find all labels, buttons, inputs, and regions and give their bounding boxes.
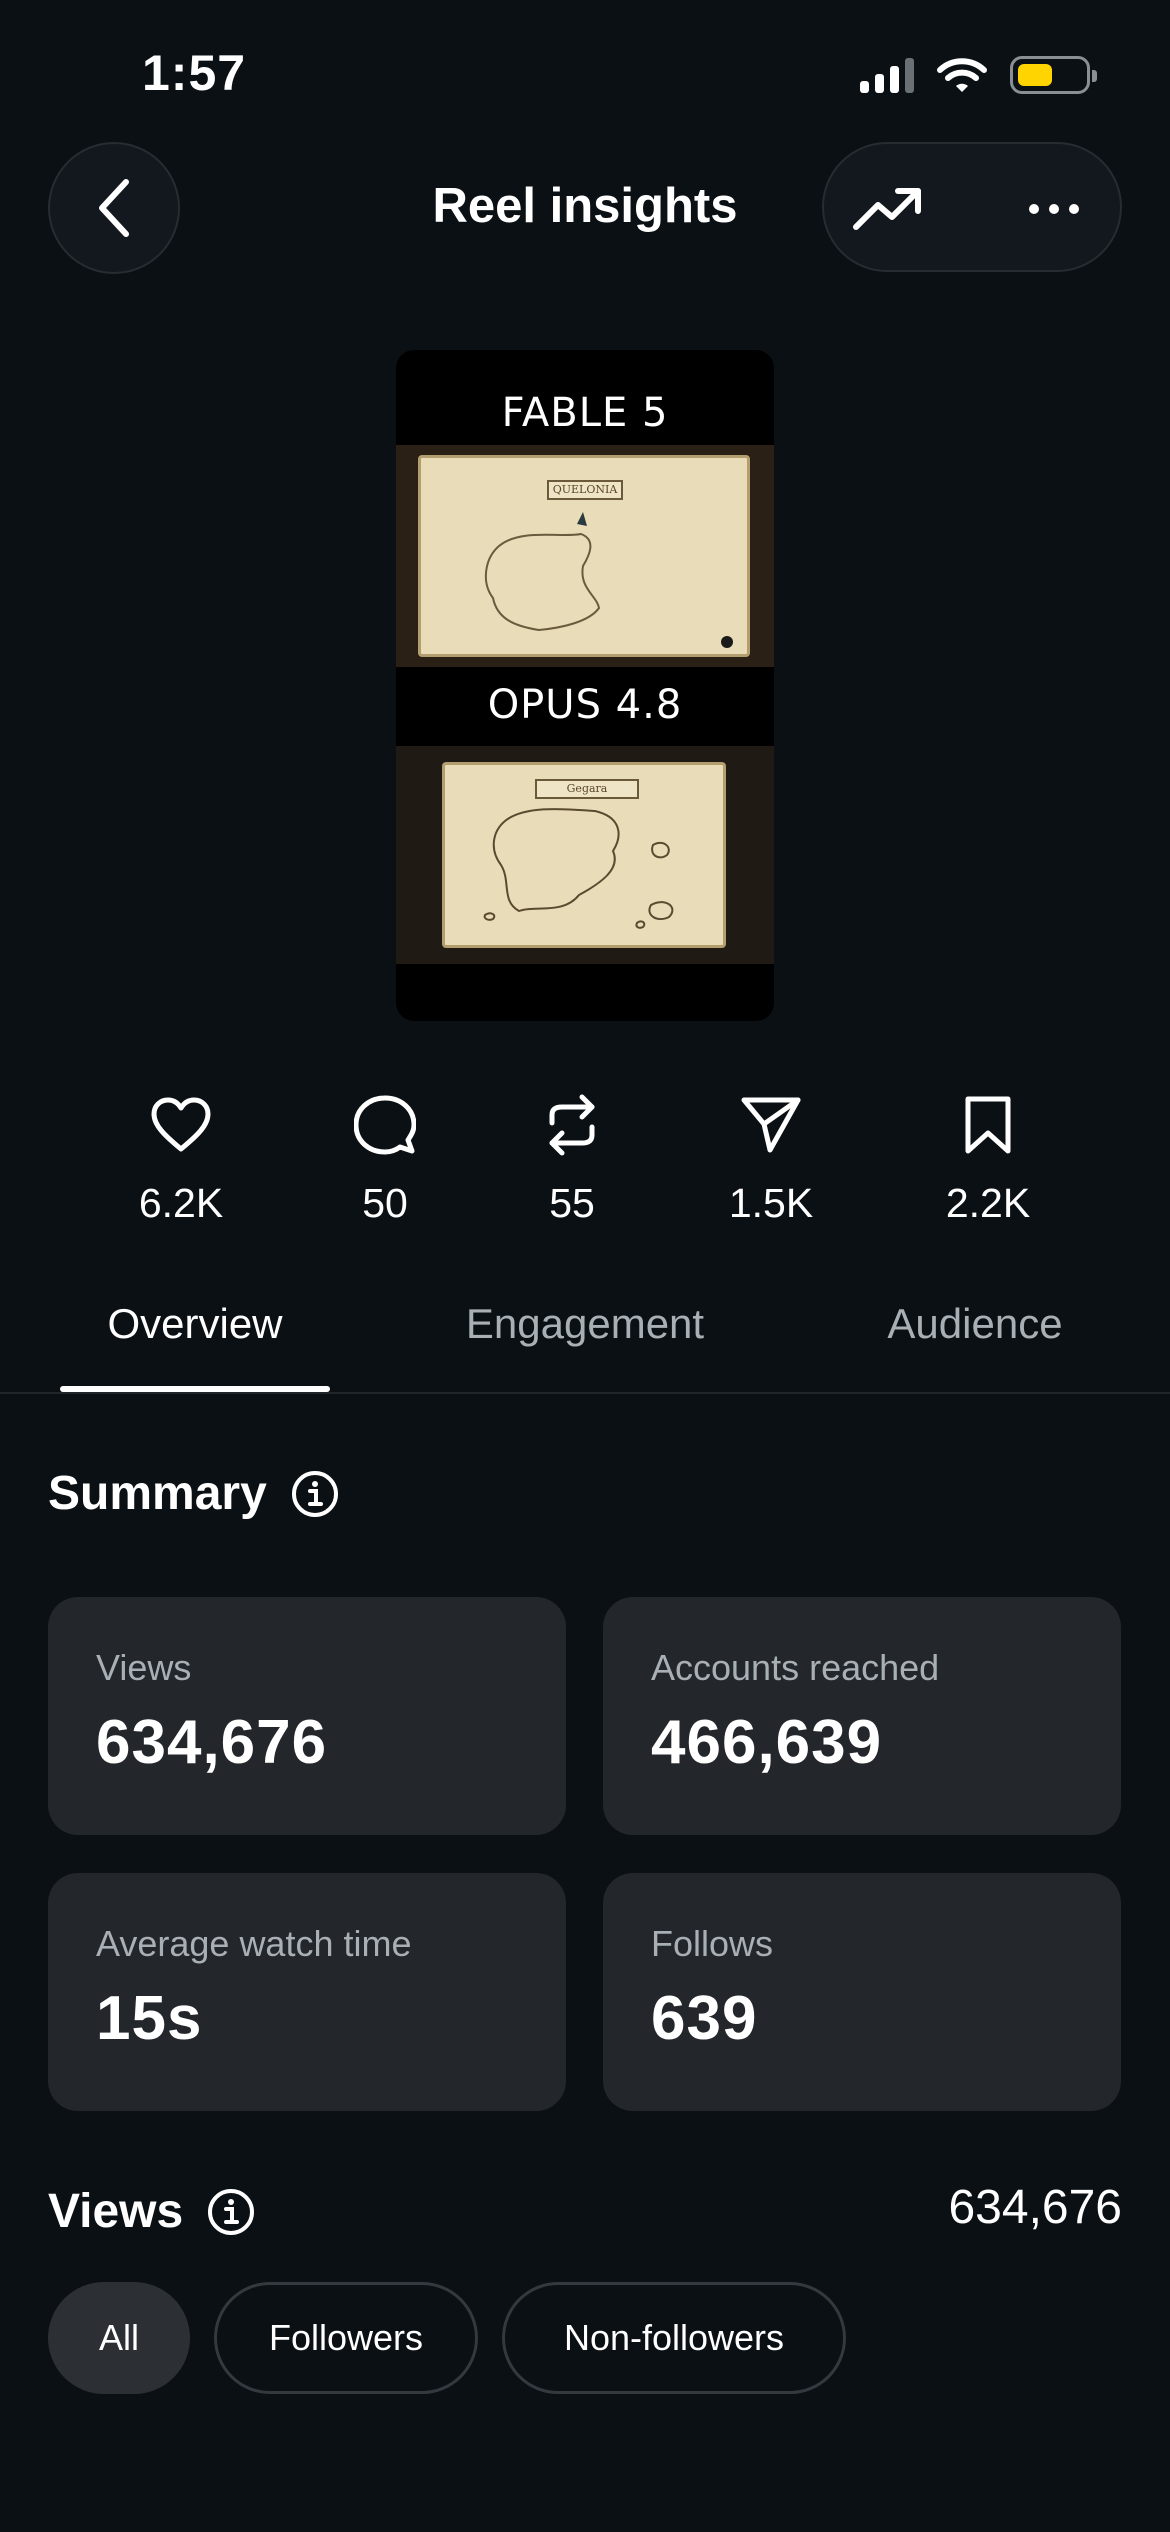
views-header: Views (48, 2184, 255, 2239)
likes-stat: 6.2K (101, 1090, 261, 1227)
shares-count: 1.5K (728, 1180, 814, 1226)
saves-stat: 2.2K (908, 1090, 1068, 1227)
reel-thumbnail[interactable]: FABLE 5 QUELONIA OPUS 4.8 Gegara (396, 350, 774, 1021)
thumbnail-top-panel: QUELONIA (396, 445, 774, 667)
filter-non-followers-chip[interactable]: Non-followers (502, 2282, 846, 2394)
repost-icon (549, 1094, 595, 1156)
comments-stat: 50 (305, 1090, 465, 1227)
card-label: Average watch time (96, 1923, 412, 1964)
comments-count: 50 (362, 1180, 408, 1226)
wifi-icon (937, 58, 987, 92)
active-tab-indicator (60, 1386, 330, 1392)
filter-followers-chip[interactable]: Followers (214, 2282, 478, 2394)
card-label: Accounts reached (651, 1647, 940, 1688)
card-value: 634,676 (96, 1708, 328, 1777)
accounts-reached-card[interactable]: Accounts reached 466,639 (603, 1597, 1121, 1835)
views-total: 634,676 (948, 2181, 1122, 2234)
status-time: 1:57 (142, 45, 247, 101)
summary-title: Summary (48, 1467, 267, 1520)
island-map-bottom (483, 808, 674, 929)
card-label: Follows (651, 1923, 774, 1964)
thumbnail-bottom-panel: Gegara (396, 746, 774, 964)
filter-all-chip[interactable]: All (48, 2282, 190, 2394)
battery-icon (1010, 56, 1097, 94)
summary-info-icon[interactable] (291, 1470, 339, 1518)
tab-overview[interactable]: Overview (60, 1300, 330, 1348)
heart-icon (151, 1097, 211, 1152)
tab-engagement[interactable]: Engagement (440, 1300, 730, 1348)
status-bar: 1:57 (0, 0, 1170, 150)
likes-count: 6.2K (138, 1180, 224, 1226)
trends-button[interactable] (848, 169, 928, 249)
more-horizontal-icon (1029, 204, 1079, 214)
average-watch-time-card[interactable]: Average watch time 15s (48, 1873, 566, 2111)
share-icon (741, 1097, 801, 1153)
trending-up-icon (853, 188, 921, 230)
tab-audience[interactable]: Audience (860, 1300, 1090, 1348)
reposts-stat: 55 (492, 1090, 652, 1227)
thumbnail-bottom-label: OPUS 4.8 (487, 682, 683, 728)
island-map-top (484, 512, 733, 648)
cellular-signal-icon (860, 57, 914, 93)
views-card[interactable]: Views 634,676 (48, 1597, 566, 1835)
views-info-icon[interactable] (207, 2188, 255, 2236)
shares-stat: 1.5K (691, 1090, 851, 1227)
more-options-button[interactable] (1014, 169, 1094, 249)
bookmark-icon (965, 1096, 1011, 1154)
card-value: 639 (651, 1984, 758, 2053)
insights-tabs: Overview Engagement Audience (0, 1300, 1170, 1394)
summary-header: Summary (48, 1466, 339, 1521)
header-actions (822, 142, 1122, 272)
reposts-count: 55 (549, 1180, 595, 1226)
card-label: Views (96, 1647, 192, 1688)
thumbnail-top-label: FABLE 5 (501, 390, 669, 436)
card-value: 15s (96, 1984, 203, 2053)
card-value: 466,639 (651, 1708, 883, 1777)
views-title: Views (48, 2185, 184, 2238)
status-icons (860, 56, 1097, 94)
comment-icon (354, 1095, 416, 1155)
follows-card[interactable]: Follows 639 (603, 1873, 1121, 2111)
saves-count: 2.2K (945, 1180, 1031, 1226)
